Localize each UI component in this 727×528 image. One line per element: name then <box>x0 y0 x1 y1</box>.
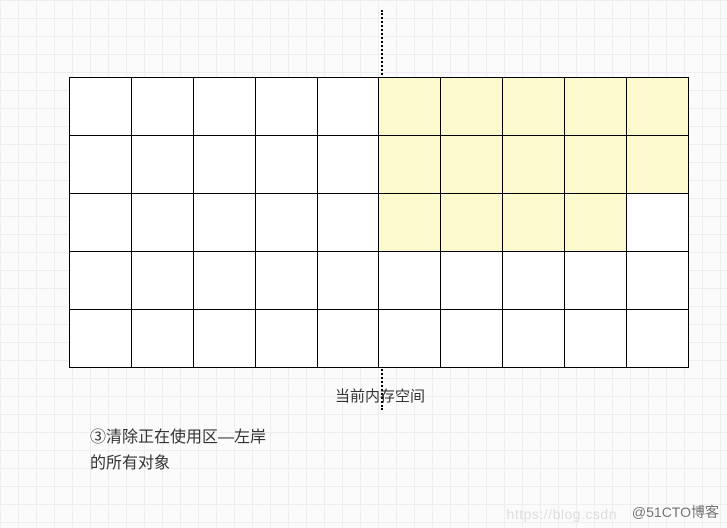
memory-cell <box>440 193 504 253</box>
memory-cell <box>626 135 690 195</box>
memory-cell <box>378 193 442 253</box>
memory-cell <box>626 193 690 253</box>
memory-cell <box>440 135 504 195</box>
memory-cell <box>317 251 381 311</box>
memory-cell <box>255 135 319 195</box>
memory-cell <box>131 135 195 195</box>
memory-cell <box>69 77 133 137</box>
memory-cell <box>131 251 195 311</box>
memory-grid-right <box>379 78 689 368</box>
memory-cell <box>564 193 628 253</box>
memory-cell <box>502 193 566 253</box>
caption-line-2: 的所有对象 <box>90 455 170 472</box>
memory-cell <box>317 77 381 137</box>
memory-cell <box>440 309 504 369</box>
memory-cell <box>378 77 442 137</box>
memory-cell <box>255 193 319 253</box>
memory-cell <box>255 251 319 311</box>
memory-cell <box>378 309 442 369</box>
memory-grid-left <box>70 78 380 368</box>
memory-cell <box>564 135 628 195</box>
memory-cell <box>440 251 504 311</box>
memory-cell <box>69 135 133 195</box>
divider-label: 当前内存空间 <box>335 385 425 406</box>
memory-cell <box>131 77 195 137</box>
memory-cell <box>193 77 257 137</box>
memory-cell <box>626 77 690 137</box>
memory-cell <box>502 77 566 137</box>
memory-cell <box>69 193 133 253</box>
memory-cell <box>502 309 566 369</box>
memory-cell <box>193 309 257 369</box>
memory-cell <box>378 251 442 311</box>
memory-cell <box>564 251 628 311</box>
watermark-url: https://blog.csdn <box>507 506 617 522</box>
memory-cell <box>193 135 257 195</box>
memory-cell <box>378 135 442 195</box>
memory-cell <box>193 193 257 253</box>
step-caption: ③清除正在使用区—左岸 的所有对象 <box>90 425 266 476</box>
memory-grid <box>70 78 689 368</box>
memory-cell <box>193 251 257 311</box>
memory-cell <box>564 77 628 137</box>
watermark-attribution: @51CTO博客 <box>632 502 719 522</box>
memory-cell <box>626 309 690 369</box>
memory-cell <box>317 309 381 369</box>
memory-cell <box>502 135 566 195</box>
memory-cell <box>255 77 319 137</box>
memory-cell <box>564 309 628 369</box>
memory-cell <box>626 251 690 311</box>
memory-cell <box>131 193 195 253</box>
memory-cell <box>440 77 504 137</box>
memory-cell <box>131 309 195 369</box>
memory-cell <box>255 309 319 369</box>
memory-cell <box>502 251 566 311</box>
caption-line-1: ③清除正在使用区—左岸 <box>90 429 266 446</box>
memory-cell <box>69 309 133 369</box>
memory-cell <box>317 193 381 253</box>
memory-cell <box>69 251 133 311</box>
memory-cell <box>317 135 381 195</box>
